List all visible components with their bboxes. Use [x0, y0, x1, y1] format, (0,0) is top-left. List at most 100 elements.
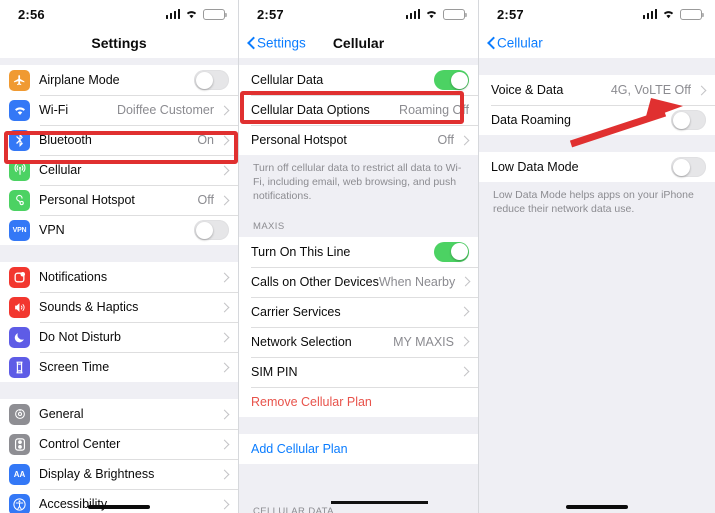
voice-data-group: Voice & Data 4G, VoLTE Off Data Roaming — [479, 75, 715, 135]
sidebar-item-cellular[interactable]: Cellular — [0, 155, 238, 185]
cellular-list: Cellular Data Cellular Data Options Roam… — [239, 58, 478, 513]
row-low-data-mode[interactable]: Low Data Mode — [479, 152, 715, 182]
row-sim-pin[interactable]: SIM PIN — [239, 356, 478, 387]
cellular-bars-icon — [642, 9, 657, 19]
row-add-cellular-plan[interactable]: Add Cellular Plan — [239, 433, 478, 464]
chevron-right-icon — [220, 196, 229, 205]
hotspot-icon — [9, 189, 30, 211]
row-label: Cellular Data — [251, 73, 324, 87]
status-bar: 2:57 — [239, 0, 478, 28]
sidebar-item-sounds-haptics[interactable]: Sounds & Haptics — [0, 292, 238, 322]
wifi-value: Doiffee Customer — [116, 103, 214, 117]
row-network-selection[interactable]: Network Selection MY MAXIS — [239, 326, 478, 357]
row-label: Data Roaming — [491, 113, 571, 127]
chevron-right-icon — [220, 363, 229, 372]
sidebar-item-accessibility[interactable]: Accessibility — [0, 489, 238, 513]
back-button-settings[interactable]: Settings — [247, 36, 306, 51]
data-roaming-toggle[interactable] — [671, 110, 706, 130]
roaming-status-value: Roaming Off — [399, 103, 469, 117]
sidebar-item-airplane-mode[interactable]: Airplane Mode — [0, 65, 238, 95]
voice-data-value: 4G, VoLTE Off — [610, 83, 691, 97]
wifi-icon — [425, 9, 438, 19]
status-indicators — [165, 8, 227, 20]
cellular-bars-icon — [405, 9, 420, 19]
screen-cellular: 2:57 Settings Cellular Cellular Data Cel… — [238, 0, 478, 513]
low-data-mode-toggle[interactable] — [671, 157, 706, 177]
row-carrier-services[interactable]: Carrier Services — [239, 296, 478, 327]
network-value: MY MAXIS — [393, 334, 454, 349]
sidebar-item-label: Display & Brightness — [39, 467, 155, 481]
sidebar-item-control-center[interactable]: Control Center — [0, 429, 238, 459]
row-cellular-data-options[interactable]: Cellular Data Options Roaming Off — [239, 95, 478, 125]
section-header-maxis: MAXIS — [239, 211, 478, 237]
screen-settings: 2:56 Settings Airplane Mode Wi-Fi Doiffe… — [0, 0, 238, 513]
sidebar-item-label: Bluetooth — [39, 133, 92, 147]
battery-charging-icon — [680, 8, 704, 20]
cellular-data-group: Cellular Data Cellular Data Options Roam… — [239, 65, 478, 155]
row-calls-on-other-devices[interactable]: Calls on Other Devices When Nearby — [239, 266, 478, 297]
sidebar-item-display-brightness[interactable]: AA Display & Brightness — [0, 459, 238, 489]
wifi-icon — [662, 9, 675, 19]
sidebar-item-label: Screen Time — [39, 360, 110, 374]
row-turn-on-this-line[interactable]: Turn On This Line — [239, 236, 478, 267]
cellular-data-toggle[interactable] — [434, 70, 469, 90]
sidebar-item-wifi[interactable]: Wi-Fi Doiffee Customer — [0, 95, 238, 125]
page-title: Settings — [91, 35, 147, 51]
chevron-right-icon — [460, 307, 469, 316]
sidebar-item-do-not-disturb[interactable]: Do Not Disturb — [0, 322, 238, 352]
chevron-right-icon — [220, 273, 229, 282]
calls-value: When Nearby — [378, 274, 456, 289]
maxis-group: Turn On This Line Calls on Other Devices… — [239, 236, 478, 417]
back-button-cellular[interactable]: Cellular — [487, 36, 543, 51]
status-indicators — [405, 8, 467, 20]
row-label: Carrier Services — [251, 304, 341, 319]
sidebar-item-bluetooth[interactable]: Bluetooth On — [0, 125, 238, 155]
cellular-icon — [9, 159, 30, 181]
cellular-bars-icon — [165, 9, 180, 19]
row-label: Add Cellular Plan — [251, 441, 348, 456]
row-remove-cellular-plan[interactable]: Remove Cellular Plan — [239, 386, 478, 417]
chevron-left-icon — [487, 37, 495, 50]
back-button-label: Cellular — [497, 35, 543, 51]
accessibility-icon — [9, 493, 30, 513]
vpn-toggle[interactable] — [194, 220, 229, 240]
chevron-right-icon — [460, 136, 469, 145]
status-bar: 2:57 — [479, 0, 715, 28]
sidebar-item-label: Sounds & Haptics — [39, 300, 139, 314]
hotspot-value: Off — [197, 193, 214, 207]
sidebar-item-label: VPN — [39, 223, 65, 237]
redaction-strike — [331, 501, 428, 504]
sidebar-item-general[interactable]: General — [0, 399, 238, 429]
chevron-right-icon — [460, 367, 469, 376]
turn-on-line-toggle[interactable] — [434, 241, 469, 262]
cellular-data-note: Turn off cellular data to restrict all d… — [239, 155, 478, 212]
home-indicator — [566, 505, 628, 509]
connectivity-group: Airplane Mode Wi-Fi Doiffee Customer Blu — [0, 65, 238, 245]
status-bar: 2:56 — [0, 0, 238, 28]
row-label: Personal Hotspot — [251, 133, 347, 147]
row-data-roaming[interactable]: Data Roaming — [479, 105, 715, 135]
add-plan-group: Add Cellular Plan — [239, 433, 478, 464]
row-cellular-data[interactable]: Cellular Data — [239, 65, 478, 95]
low-data-group: Low Data Mode — [479, 152, 715, 182]
chevron-right-icon — [697, 86, 706, 95]
airplane-mode-toggle[interactable] — [194, 70, 229, 90]
status-indicators — [642, 8, 704, 20]
sidebar-item-notifications[interactable]: Notifications — [0, 262, 238, 292]
bluetooth-icon — [9, 129, 30, 151]
chevron-right-icon — [220, 166, 229, 175]
sidebar-item-vpn[interactable]: VPN VPN — [0, 215, 238, 245]
display-icon: AA — [9, 463, 30, 485]
row-personal-hotspot[interactable]: Personal Hotspot Off — [239, 125, 478, 155]
sidebar-item-label: Airplane Mode — [39, 73, 120, 87]
row-voice-and-data[interactable]: Voice & Data 4G, VoLTE Off — [479, 75, 715, 105]
sidebar-item-screen-time[interactable]: Screen Time — [0, 352, 238, 382]
chevron-right-icon — [220, 500, 229, 509]
chevron-right-icon — [461, 277, 470, 286]
notifications-group: Notifications Sounds & Haptics Do Not Di… — [0, 262, 238, 382]
settings-list: Airplane Mode Wi-Fi Doiffee Customer Blu — [0, 58, 238, 513]
chevron-right-icon — [460, 337, 469, 346]
home-indicator — [88, 505, 150, 509]
sidebar-item-personal-hotspot[interactable]: Personal Hotspot Off — [0, 185, 238, 215]
general-group: General Control Center AA Display & Brig… — [0, 399, 238, 513]
